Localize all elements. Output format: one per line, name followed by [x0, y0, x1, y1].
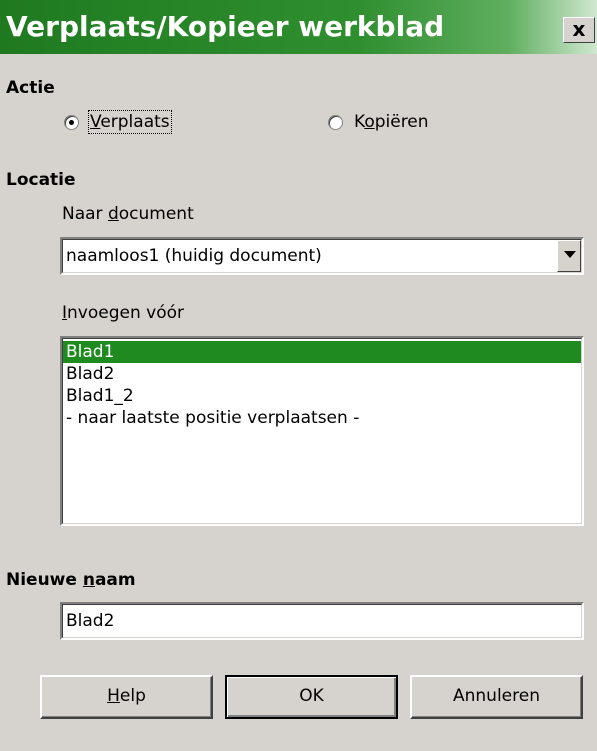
mnemonic: V [90, 112, 101, 132]
label-text: ocument [118, 204, 194, 224]
actie-heading: Actie [6, 78, 55, 98]
close-icon: x [572, 17, 586, 41]
label-text: nvoegen vóór [67, 303, 184, 323]
radio-kopieren[interactable] [328, 115, 343, 130]
mnemonic: n [82, 570, 95, 590]
label-text: Naar [62, 204, 108, 224]
new-name-value: Blad2 [66, 611, 115, 631]
mnemonic: d [107, 204, 119, 224]
list-item[interactable]: Blad1 [63, 341, 581, 363]
sheet-listbox[interactable]: Blad1 Blad2 Blad1_2 - naar laatste posit… [60, 336, 584, 526]
label-text: Nieuwe [6, 570, 83, 590]
mnemonic: o [364, 112, 375, 132]
label-text: Annuleren [453, 686, 540, 706]
label-text: piëren [374, 112, 429, 132]
label-text: aam [94, 570, 136, 590]
chevron-down-icon[interactable] [557, 240, 581, 272]
label-text: OK [299, 686, 324, 706]
radio-verplaats-label[interactable]: Verplaats [88, 110, 172, 134]
new-name-label: Nieuwe naam [6, 570, 136, 590]
list-item[interactable]: Blad2 [63, 363, 581, 385]
locatie-heading: Locatie [6, 170, 76, 190]
document-label: Naar document [62, 204, 194, 224]
title-bar[interactable]: Verplaats/Kopieer werkblad x [0, 0, 597, 54]
label-text: erplaats [100, 112, 170, 132]
ok-button[interactable]: OK [225, 675, 398, 719]
document-dropdown[interactable]: naamloos1 (huidig document) [60, 237, 584, 275]
insert-before-label: Invoegen vóór [62, 303, 184, 323]
list-item[interactable]: Blad1_2 [63, 385, 581, 407]
cancel-button[interactable]: Annuleren [410, 675, 583, 719]
list-item[interactable]: - naar laatste positie verplaatsen - [63, 407, 581, 429]
document-dropdown-value: naamloos1 (huidig document) [66, 246, 322, 266]
help-button[interactable]: Help [40, 675, 213, 719]
label-text: elp [119, 686, 146, 706]
mnemonic: H [107, 686, 120, 706]
new-name-input[interactable]: Blad2 [60, 602, 584, 640]
dialog-title: Verplaats/Kopieer werkblad [6, 10, 445, 43]
radio-kopieren-label[interactable]: Kopiëren [354, 112, 429, 132]
label-text: K [354, 112, 365, 132]
radio-verplaats[interactable] [64, 115, 79, 130]
close-button[interactable]: x [563, 17, 595, 43]
field-bevel [62, 604, 582, 638]
